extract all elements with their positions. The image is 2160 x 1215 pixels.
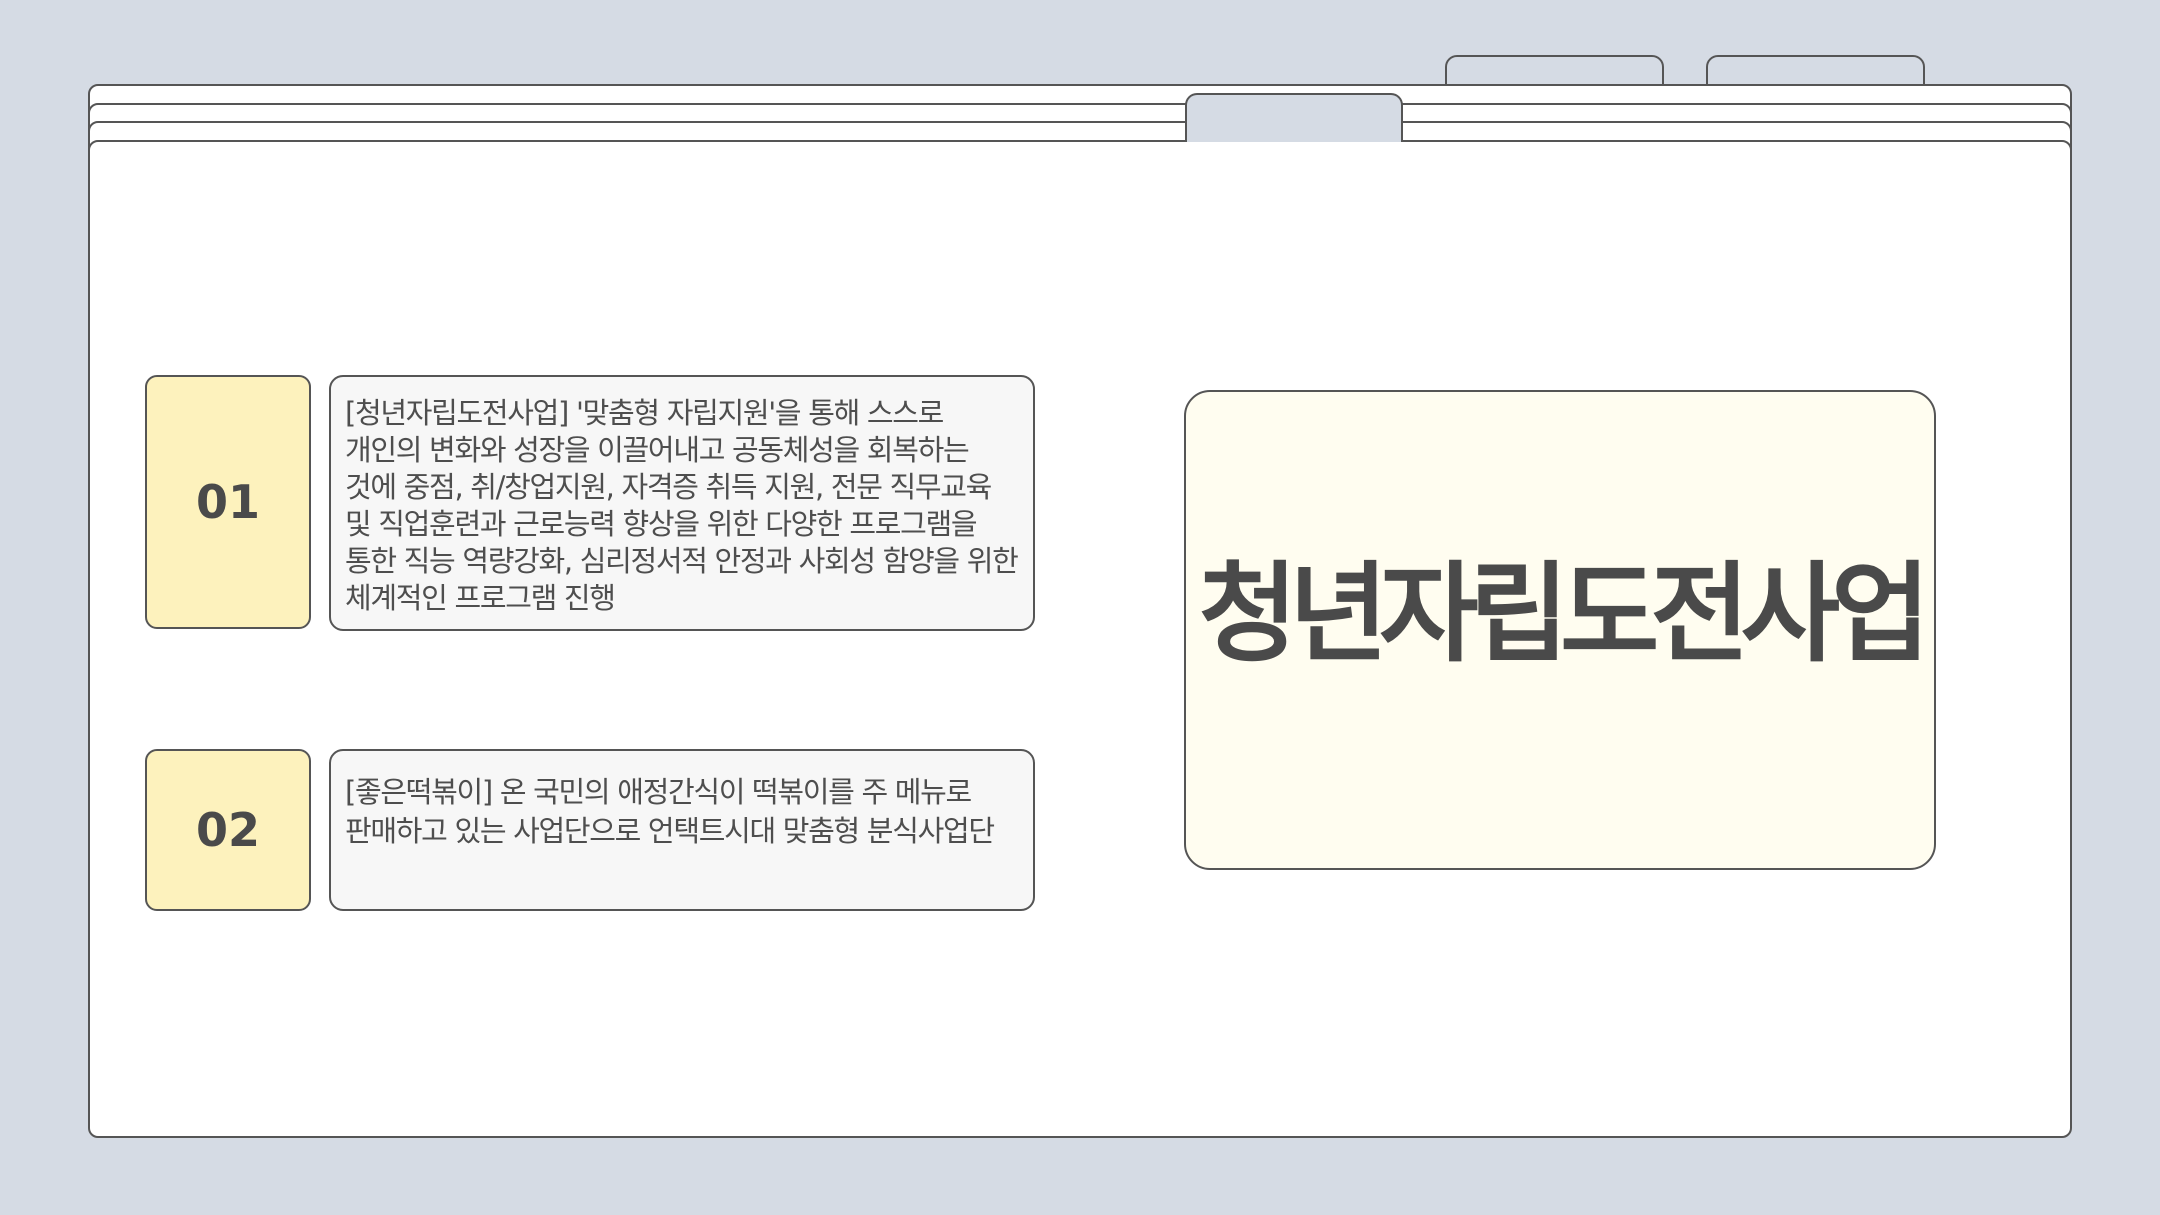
main-title: 청년자립도전사업 (1198, 552, 1931, 677)
item-description-01: [청년자립도전사업] '맞춤형 자립지원'을 통해 스스로 개인의 변화와 성장… (329, 375, 1035, 631)
item-description-02: [좋은떡볶이] 온 국민의 애정간식이 떡볶이를 주 메뉴로 판매하고 있는 사… (329, 749, 1035, 911)
folder-tab-front (1185, 93, 1403, 142)
item-number-01: 01 (145, 375, 311, 629)
item-number-02: 02 (145, 749, 311, 911)
title-card: 청년자립도전사업 (1184, 390, 1936, 870)
